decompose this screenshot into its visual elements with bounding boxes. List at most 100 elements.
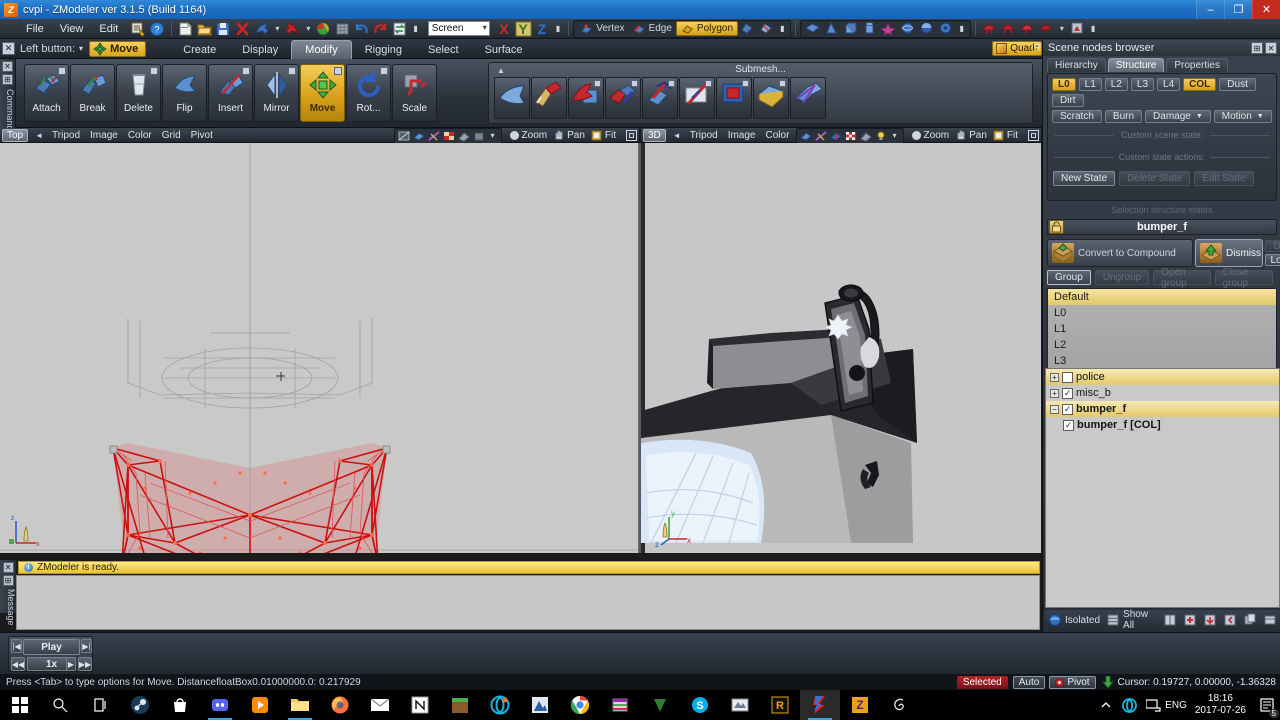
group-button[interactable]: Group <box>1047 270 1091 285</box>
chip-scratch[interactable]: Scratch <box>1052 110 1102 123</box>
close-button[interactable]: ✕ <box>1252 0 1280 19</box>
firefox-icon[interactable] <box>320 690 360 720</box>
viewport-3d-image[interactable]: Image <box>723 130 761 141</box>
message-pin-icon[interactable]: ⊞ <box>2 575 14 586</box>
submesh-chamfer-button[interactable] <box>568 77 604 119</box>
viewport-top-image[interactable]: Image <box>85 130 123 141</box>
submesh-extrude-button[interactable] <box>605 77 641 119</box>
notion-icon[interactable] <box>400 690 440 720</box>
uv-overlay-icon[interactable] <box>427 130 441 142</box>
save-icon[interactable] <box>215 21 232 37</box>
menu-edit[interactable]: Edit <box>91 21 126 37</box>
message-log-panel[interactable] <box>16 575 1040 630</box>
state-item-l2[interactable]: L2 <box>1048 337 1276 353</box>
lock-icon[interactable] <box>1049 220 1064 234</box>
show-all-icon[interactable] <box>1106 613 1120 627</box>
chip-l4[interactable]: L4 <box>1157 78 1181 91</box>
help-icon[interactable]: ? <box>149 21 166 37</box>
tab-rigging[interactable]: Rigging <box>352 41 415 59</box>
collapse-all-icon[interactable] <box>1263 613 1277 627</box>
axis-overflow-arrow[interactable]: ▮ <box>556 24 560 33</box>
wireframe-icon[interactable] <box>397 130 411 142</box>
command-move[interactable]: Move <box>300 64 345 122</box>
axis-y-icon[interactable]: Y <box>515 21 532 37</box>
uv-3d-icon[interactable] <box>814 130 828 142</box>
chip-dirt[interactable]: Dirt <box>1052 94 1084 107</box>
tray-opera-icon[interactable] <box>1117 690 1141 720</box>
tree-row-police[interactable]: + police <box>1046 369 1279 385</box>
primitive-cube-icon[interactable] <box>842 21 859 37</box>
menu-view[interactable]: View <box>52 21 92 37</box>
viewport-top-pivot[interactable]: Pivot <box>186 130 218 141</box>
shell-options-icon[interactable] <box>779 80 786 87</box>
refresh-icon[interactable] <box>391 21 408 37</box>
viewport-top-grid[interactable]: Grid <box>157 130 186 141</box>
state-item-l3[interactable]: L3 <box>1048 353 1276 369</box>
mail-icon[interactable] <box>360 690 400 720</box>
tray-language[interactable]: ENG <box>1165 700 1187 711</box>
viewport-3d-tripod[interactable]: Tripod <box>685 130 723 141</box>
viewport-top-prev-arrow[interactable]: ◄ <box>35 131 43 140</box>
explorer-icon[interactable] <box>280 690 320 720</box>
close-toolbar-icon[interactable]: ✕ <box>2 42 15 55</box>
tab-properties[interactable]: Properties <box>1166 58 1228 72</box>
mode-overflow-arrow[interactable]: ▮ <box>780 24 784 33</box>
maximize-button[interactable]: ❐ <box>1224 0 1252 19</box>
scene-panel-pin-icon[interactable]: ⊞ <box>1251 42 1263 54</box>
message-close-icon[interactable]: ✕ <box>2 562 14 573</box>
primitive-box-icon[interactable] <box>804 21 821 37</box>
chip-l2[interactable]: L2 <box>1104 78 1128 91</box>
material-red-2-icon[interactable] <box>1000 21 1017 37</box>
viewport-3d-shading-dropdown[interactable]: ▾ <box>893 131 897 140</box>
submesh-caret-icon[interactable]: ▲ <box>497 66 505 75</box>
visibility-checkbox[interactable]: ✓ <box>1062 403 1073 415</box>
lighting-icon[interactable] <box>457 130 471 142</box>
chip-damage[interactable]: Damage ▼ <box>1145 110 1211 123</box>
extrude-options-icon[interactable] <box>631 80 638 87</box>
vlc-icon[interactable] <box>240 690 280 720</box>
chip-l1[interactable]: L1 <box>1078 78 1102 91</box>
vegas-icon[interactable] <box>640 690 680 720</box>
command-flip[interactable]: Flip <box>162 64 207 122</box>
command-attach[interactable]: Attach <box>24 64 69 122</box>
add-node-icon[interactable] <box>1183 613 1197 627</box>
convert-to-compound-button[interactable]: Convert to Compound <box>1047 239 1193 267</box>
mode-edge-button[interactable]: Edge <box>629 23 676 35</box>
status-selected-badge[interactable]: Selected <box>956 675 1008 689</box>
menu-file[interactable]: File <box>18 21 52 37</box>
viewport-3d[interactable]: y x z <box>641 143 1041 553</box>
material-dropdown-arrow[interactable]: ▾ <box>1060 24 1064 33</box>
viewport-top-zoom-button[interactable]: Zoom <box>509 130 547 141</box>
scene-panel-close-icon[interactable]: ✕ <box>1265 42 1277 54</box>
spiral-icon[interactable] <box>880 690 920 720</box>
winrar-icon[interactable] <box>600 690 640 720</box>
tree-row-bumper-f[interactable]: − ✓ bumper_f <box>1046 401 1279 417</box>
axis-z-icon[interactable]: Z <box>534 21 551 37</box>
bulb-icon[interactable] <box>472 130 486 142</box>
primitive-hemisphere-icon[interactable] <box>918 21 935 37</box>
viewport-3d-zoom-button[interactable]: Zoom <box>911 130 949 141</box>
isolated-label[interactable]: Isolated <box>1065 615 1100 626</box>
solid-icon[interactable] <box>412 130 426 142</box>
photoshop-icon[interactable] <box>520 690 560 720</box>
split-options-icon[interactable] <box>668 80 675 87</box>
expander-icon[interactable]: − <box>1050 404 1059 414</box>
toolbar-overflow-arrow[interactable]: ▮ <box>413 24 417 33</box>
mode-vertex-button[interactable]: Vertex <box>576 23 628 35</box>
speed-up-button[interactable]: ▶ <box>66 657 76 671</box>
primitive-sphere-icon[interactable] <box>899 21 916 37</box>
viewport-3d-badge[interactable]: 3D <box>643 128 666 142</box>
command-delete[interactable]: Delete <box>116 64 161 122</box>
clock[interactable]: 18:16 2017-07-26 <box>1195 693 1246 717</box>
export-dropdown-arrow[interactable]: ▾ <box>306 24 310 33</box>
search-icon[interactable] <box>40 690 80 720</box>
command-scale[interactable]: Scale <box>392 64 437 122</box>
expander-icon[interactable]: + <box>1050 388 1059 398</box>
viewport-top-fit-button[interactable]: Fit <box>591 130 616 141</box>
scene-tree[interactable]: + police + ✓ misc_b − ✓ bumper_f ✓ bumpe… <box>1045 368 1280 608</box>
tab-modify[interactable]: Modify <box>291 39 352 59</box>
tab-select[interactable]: Select <box>415 41 472 59</box>
rockstar-icon[interactable]: R <box>760 690 800 720</box>
chamfer-options-icon[interactable] <box>594 80 601 87</box>
command-rotate[interactable]: Rot... <box>346 64 391 122</box>
